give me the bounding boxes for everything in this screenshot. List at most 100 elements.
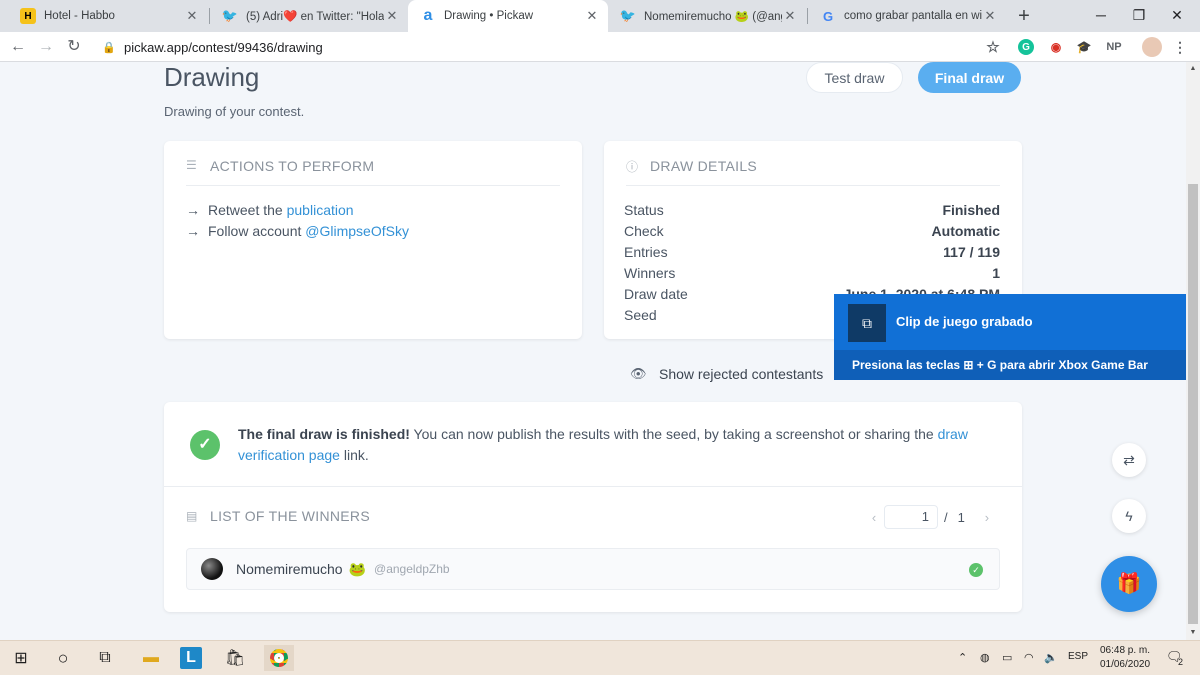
detail-key: Draw date xyxy=(624,286,688,302)
detail-value: 117 / 119 xyxy=(943,244,1000,260)
details-heading-text: DRAW DETAILS xyxy=(650,158,758,174)
chevron-left-icon[interactable]: ‹ xyxy=(864,510,884,525)
flash-button[interactable]: ϟ xyxy=(1112,499,1146,533)
actions-card: ☰ ACTIONS TO PERFORM → Retweet the public… xyxy=(164,141,582,339)
screen-capture-icon: ⧉ xyxy=(848,304,886,342)
chevron-right-icon[interactable]: › xyxy=(977,510,997,525)
winner-row[interactable]: Nomemiremucho 🐸 @angeldpZhb ✓ xyxy=(186,548,1000,590)
toast-footer: Presiona las teclas ⊞ + G para abrir Xbo… xyxy=(834,350,1186,380)
new-tab-button[interactable]: + xyxy=(1012,4,1036,28)
eye-icon: 👁 xyxy=(630,366,647,381)
habbo-icon: H xyxy=(20,8,36,24)
toast-title: Clip de juego grabado xyxy=(896,314,1033,329)
twitter-icon: 🐦 xyxy=(221,8,239,23)
volume-icon[interactable]: 🔈 xyxy=(1044,651,1058,664)
profile-initials[interactable]: NP xyxy=(1102,37,1126,57)
tray-app-icon[interactable]: ◍ xyxy=(980,651,990,664)
notification-count: 2 xyxy=(1178,657,1184,667)
detail-key: Entries xyxy=(624,244,668,260)
clock-time: 06:48 p. m. xyxy=(1099,645,1151,656)
winner-handle[interactable]: @angeldpZhb xyxy=(374,562,450,576)
tab-label: (5) Adri❤️ en Twitter: "Hola ge xyxy=(246,11,384,23)
grammarly-icon[interactable]: G xyxy=(1018,39,1034,55)
arrow-right-icon: → xyxy=(186,202,200,218)
language-indicator[interactable]: ESP xyxy=(1068,651,1088,662)
page-separator: / xyxy=(944,509,948,525)
twitter-icon: 🐦 xyxy=(619,8,637,23)
final-draw-button[interactable]: Final draw xyxy=(918,62,1021,93)
detail-key: Status xyxy=(624,202,664,218)
file-explorer-icon[interactable]: ▬ xyxy=(138,645,164,671)
url-text: pickaw.app/contest/99436/drawing xyxy=(124,39,323,55)
bookmark-star-icon[interactable]: ☆ xyxy=(983,37,1003,57)
back-button[interactable]: ← xyxy=(6,35,30,59)
pagination: ‹ 1 / 1 › xyxy=(864,505,997,529)
detail-row: Entries 117 / 119 xyxy=(624,244,1000,264)
scroll-up-icon[interactable]: ▲ xyxy=(1186,62,1200,76)
tab-google[interactable]: G como grabar pantalla en wind ✕ xyxy=(808,0,1006,32)
show-rejected-label: Show rejected contestants xyxy=(659,366,824,382)
graduation-cap-icon[interactable]: 🎓 xyxy=(1074,37,1094,57)
reload-button[interactable]: ↻ xyxy=(62,35,86,59)
test-draw-button[interactable]: Test draw xyxy=(806,62,903,93)
scroll-down-icon[interactable]: ▼ xyxy=(1186,626,1200,640)
actions-heading-text: ACTIONS TO PERFORM xyxy=(210,158,375,174)
battery-icon[interactable]: ▭ xyxy=(1002,651,1012,664)
tray-chevron-up-icon[interactable]: ⌃ xyxy=(958,651,967,664)
menu-kebab-icon[interactable]: ⋮ xyxy=(1170,37,1190,57)
page-number-input[interactable]: 1 xyxy=(884,505,938,529)
window-close-button[interactable]: ✕ xyxy=(1154,0,1200,32)
store-bag-icon[interactable]: 🛍 xyxy=(222,645,248,671)
task-view-icon[interactable]: ⧉ xyxy=(92,645,118,671)
account-link[interactable]: @GlimpseOfSky xyxy=(305,223,409,239)
lightning-icon: ϟ xyxy=(1125,508,1133,524)
tab-twitter-adri[interactable]: 🐦 (5) Adri❤️ en Twitter: "Hola ge ✕ xyxy=(210,0,408,32)
forward-button[interactable]: → xyxy=(34,35,58,59)
detail-row: Winners 1 xyxy=(624,265,1000,285)
action-text: Follow account xyxy=(208,223,302,239)
close-icon[interactable]: ✕ xyxy=(982,8,998,24)
tab-habbo[interactable]: H Hotel - Habbo ✕ xyxy=(8,0,208,32)
action-text: Retweet the xyxy=(208,202,283,218)
toast-hint: Presiona las teclas ⊞ + G para abrir Xbo… xyxy=(852,358,1148,372)
search-icon[interactable]: ○ xyxy=(50,645,76,671)
winner-name: Nomemiremucho xyxy=(236,561,343,577)
avatar[interactable] xyxy=(1142,37,1162,57)
close-icon[interactable]: ✕ xyxy=(782,8,798,24)
gift-button[interactable]: 🎁 xyxy=(1101,556,1157,612)
detail-key: Winners xyxy=(624,265,676,281)
xbox-game-bar-notification[interactable]: ⧉ Clip de juego grabado Presiona las tec… xyxy=(834,294,1186,380)
results-card: ✓ The final draw is finished! You can no… xyxy=(164,402,1022,612)
windows-start-icon[interactable]: ⊞ xyxy=(8,645,34,671)
system-clock[interactable]: 06:48 p. m. 01/06/2020 xyxy=(1096,644,1154,672)
close-icon[interactable]: ✕ xyxy=(184,8,200,24)
close-icon[interactable]: ✕ xyxy=(584,8,600,24)
scrollbar-thumb[interactable] xyxy=(1188,184,1198,624)
detail-value: 1 xyxy=(992,265,1000,281)
list-icon: ▤ xyxy=(186,509,198,523)
detail-key: Seed xyxy=(624,307,657,323)
wifi-icon[interactable]: ◠ xyxy=(1024,651,1034,664)
chrome-icon[interactable] xyxy=(264,645,294,671)
page-scrollbar[interactable]: ▲ ▼ xyxy=(1186,62,1200,640)
gift-icon: 🎁 xyxy=(1116,573,1142,595)
tab-twitter-nomemiremucho[interactable]: 🐦 Nomemiremucho 🐸 (@angel ✕ xyxy=(608,0,806,32)
extension-red-icon[interactable]: ◉ xyxy=(1046,37,1066,57)
tab-label: como grabar pantalla en wind xyxy=(844,10,982,22)
close-icon[interactable]: ✕ xyxy=(384,8,400,24)
show-rejected-toggle[interactable]: 👁 Show rejected contestants xyxy=(630,366,823,382)
tab-label: Hotel - Habbo xyxy=(44,10,115,22)
tab-pickaw[interactable]: a Drawing • Pickaw ✕ xyxy=(408,0,608,32)
app-l-icon[interactable]: L xyxy=(180,647,202,669)
shuffle-button[interactable]: ⇄ xyxy=(1112,443,1146,477)
browser-toolbar: ← → ↻ 🔒 pickaw.app/contest/99436/drawing… xyxy=(0,32,1200,62)
winner-emoji: 🐸 xyxy=(348,560,367,577)
tab-label: Nomemiremucho 🐸 (@angel xyxy=(644,11,782,23)
address-bar[interactable]: 🔒 pickaw.app/contest/99436/drawing xyxy=(96,35,1008,59)
action-item: → Follow account @GlimpseOfSky xyxy=(186,223,409,239)
tab-label: Drawing • Pickaw xyxy=(444,10,534,22)
action-item: → Retweet the publication xyxy=(186,202,354,218)
publication-link[interactable]: publication xyxy=(287,202,354,218)
detail-value: Automatic xyxy=(931,223,1000,239)
verified-check-icon: ✓ xyxy=(969,563,983,577)
